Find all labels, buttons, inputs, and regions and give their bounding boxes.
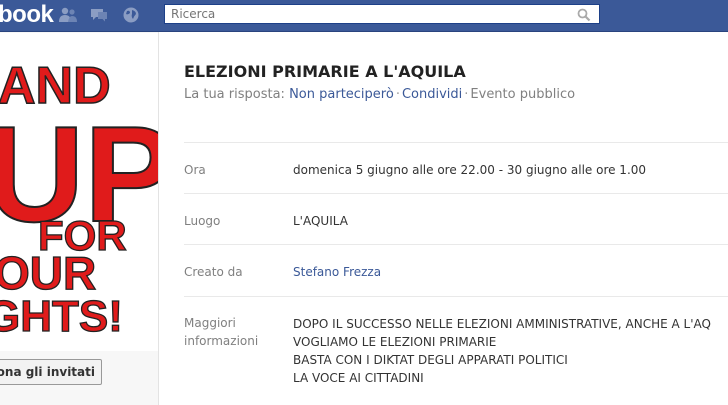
info-line: VOGLIAMO LE ELEZIONI PRIMARIE	[293, 335, 497, 349]
more-info-label: Maggiori informazioni	[184, 316, 259, 348]
creator-value: Stefano Frezza	[293, 263, 381, 281]
more-info-value: DOPO IL SUCCESSO NELLE ELEZIONI AMMINIST…	[293, 315, 711, 387]
response-label: La tua risposta:	[184, 87, 285, 102]
time-value: domenica 5 giugno alle ore 22.00 - 30 gi…	[293, 163, 647, 177]
share-link[interactable]: Condividi	[402, 87, 462, 102]
info-line: BASTA CON I DIKTAT DEGLI APPARATI POLITI…	[293, 353, 568, 367]
friend-requests-icon[interactable]	[58, 6, 78, 24]
creator-label: Creato da	[184, 265, 243, 279]
divider	[184, 193, 728, 194]
messages-icon[interactable]	[89, 6, 109, 24]
top-bar: book	[0, 0, 728, 32]
notifications-globe-icon[interactable]	[121, 6, 141, 24]
poster-text: GHTS!	[0, 292, 123, 341]
divider	[184, 244, 728, 245]
creator-link[interactable]: Stefano Frezza	[293, 265, 381, 279]
search-icon[interactable]	[577, 8, 591, 22]
info-line: DOPO IL SUCCESSO NELLE ELEZIONI AMMINIST…	[293, 317, 711, 331]
info-line: LA VOCE AI CITTADINI	[293, 371, 424, 385]
facebook-logo[interactable]: book	[0, 1, 54, 29]
rsvp-status-link[interactable]: Non parteciperò	[289, 87, 394, 102]
location-label: Luogo	[184, 214, 221, 228]
event-poster-image[interactable]: AND UP FOR OUR GHTS!	[0, 33, 158, 351]
search-input[interactable]	[165, 5, 571, 23]
location-value: L'AQUILA	[293, 214, 348, 228]
select-guests-button[interactable]: ona gli invitati	[0, 359, 102, 385]
search-bar	[164, 4, 600, 24]
time-label: Ora	[184, 163, 206, 177]
event-title: ELEZIONI PRIMARIE A L'AQUILA	[184, 62, 466, 81]
response-line: La tua risposta: Non parteciperò · Condivi…	[184, 87, 576, 102]
divider	[184, 142, 728, 143]
event-privacy: Evento pubblico	[470, 87, 576, 102]
divider	[184, 296, 728, 297]
